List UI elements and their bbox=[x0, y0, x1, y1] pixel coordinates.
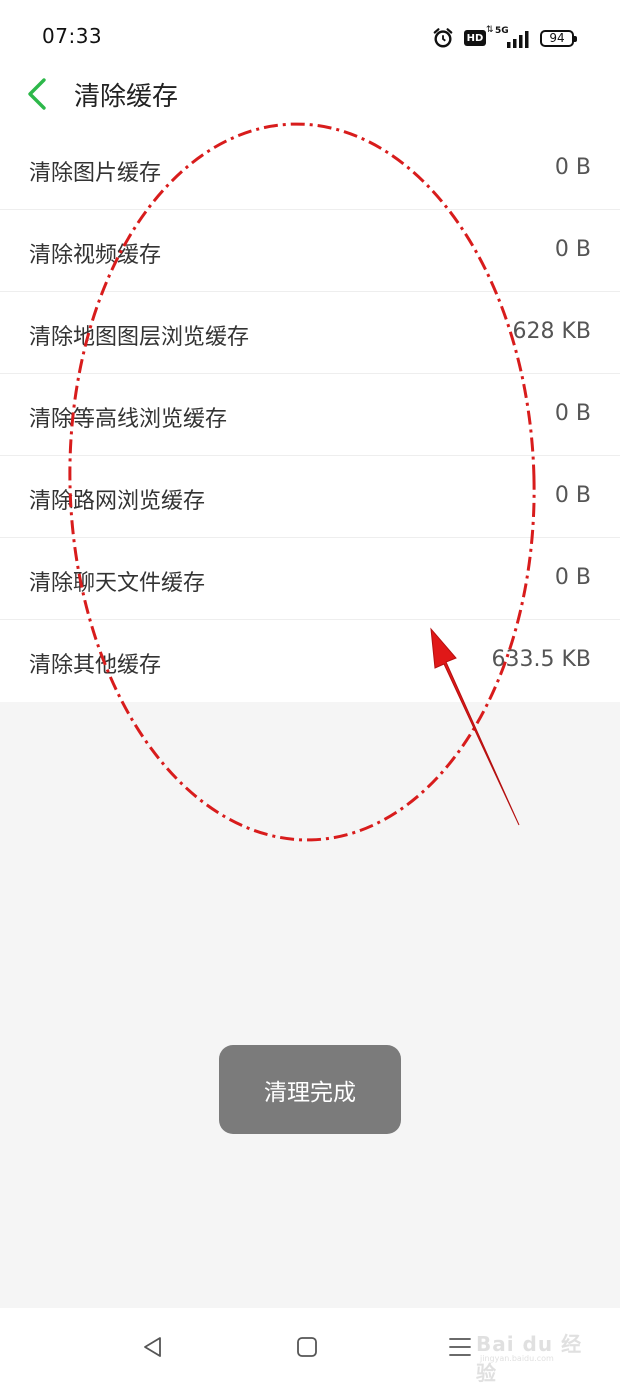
nav-menu-lines-icon[interactable] bbox=[448, 1336, 472, 1358]
battery-icon: 94 bbox=[540, 29, 577, 47]
cache-row-chat-files[interactable]: 清除聊天文件缓存 0 B bbox=[0, 538, 620, 620]
nav-back-triangle-icon[interactable] bbox=[141, 1335, 165, 1359]
cache-label: 清除等高线浏览缓存 bbox=[29, 407, 228, 432]
cache-label: 清除图片缓存 bbox=[29, 161, 162, 186]
cache-row-images[interactable]: 清除图片缓存 0 B bbox=[0, 128, 620, 210]
cache-row-map-layers[interactable]: 清除地图图层浏览缓存 628 KB bbox=[0, 292, 620, 374]
alarm-icon bbox=[433, 28, 453, 48]
cache-list: 清除图片缓存 0 B 清除视频缓存 0 B 清除地图图层浏览缓存 628 KB … bbox=[0, 128, 620, 702]
cache-label: 清除视频缓存 bbox=[29, 243, 162, 268]
cache-size: 0 B bbox=[554, 401, 591, 426]
cache-size: 0 B bbox=[554, 565, 591, 590]
hd-badge: HD bbox=[464, 30, 486, 46]
toast-message: 清理完成 bbox=[219, 1045, 401, 1134]
nav-home-square-icon[interactable] bbox=[296, 1336, 318, 1358]
signal-bars-icon bbox=[507, 31, 529, 48]
cache-label: 清除聊天文件缓存 bbox=[29, 571, 206, 596]
status-time: 07:33 bbox=[42, 24, 103, 48]
cache-size: 628 KB bbox=[512, 319, 591, 344]
cache-row-road-network[interactable]: 清除路网浏览缓存 0 B bbox=[0, 456, 620, 538]
cache-size: 0 B bbox=[554, 237, 591, 262]
status-icons: HD ⇅ 5G 94 bbox=[432, 25, 577, 51]
back-chevron-icon[interactable] bbox=[24, 76, 50, 112]
cache-row-videos[interactable]: 清除视频缓存 0 B bbox=[0, 210, 620, 292]
cache-size: 0 B bbox=[554, 483, 591, 508]
5g-signal-icon: ⇅ 5G bbox=[486, 25, 530, 49]
status-bar: 07:33 HD ⇅ 5G 94 bbox=[0, 0, 620, 70]
cache-label: 清除地图图层浏览缓存 bbox=[29, 325, 250, 350]
page-title: 清除缓存 bbox=[74, 82, 179, 112]
app-screen: 07:33 HD ⇅ 5G 94 清除缓存 清除图片缓存 0 B 清除视频缓存 … bbox=[0, 0, 620, 1386]
network-type-label: 5G bbox=[495, 26, 509, 36]
cache-label: 清除其他缓存 bbox=[29, 653, 162, 678]
watermark-sub-text: jingyan.baidu.com bbox=[480, 1354, 554, 1363]
baidu-jingyan-watermark: Bai du 经验 jingyan.baidu.com bbox=[474, 1324, 590, 1385]
battery-level: 94 bbox=[549, 31, 565, 45]
cache-size: 0 B bbox=[554, 155, 591, 180]
cache-label: 清除路网浏览缓存 bbox=[29, 489, 206, 514]
data-arrows-icon: ⇅ bbox=[486, 25, 494, 35]
cache-row-contours[interactable]: 清除等高线浏览缓存 0 B bbox=[0, 374, 620, 456]
system-nav-bar: Bai du 经验 jingyan.baidu.com bbox=[0, 1308, 620, 1386]
cache-row-other[interactable]: 清除其他缓存 633.5 KB bbox=[0, 620, 620, 702]
app-header: 清除缓存 bbox=[0, 70, 620, 128]
cache-size: 633.5 KB bbox=[491, 647, 592, 672]
